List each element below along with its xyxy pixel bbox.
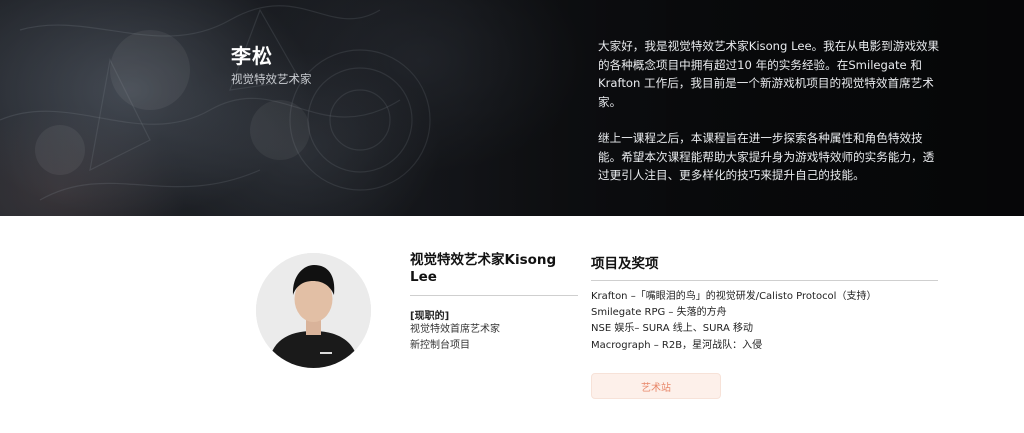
instructor-portrait-icon [256,253,371,368]
profile-title: 视觉特效艺术家Kisong Lee [410,252,578,296]
artstation-button[interactable]: 艺术站 [591,373,721,399]
instructor-bio: 大家好，我是视觉特效艺术家Kisong Lee。我在从电影到游戏效果的各种概念项… [598,37,943,185]
projects-title: 项目及奖项 [591,252,938,281]
list-item: NSE 娱乐– SURA 线上、SURA 移动 [591,323,753,335]
current-position-item: 新控制台项目 [410,340,470,351]
list-item: Smilegate RPG – 失落的方舟 [591,307,727,319]
instructor-role: 视觉特效艺术家 [231,72,312,86]
current-position-label: [现职的] [410,311,450,322]
bio-paragraph: 大家好，我是视觉特效艺术家Kisong Lee。我在从电影到游戏效果的各种概念项… [598,39,940,109]
bio-paragraph: 继上一课程之后，本课程旨在进一步探索各种属性和角色特效技能。希望本次课程能帮助大… [598,131,935,182]
projects-awards-section: 项目及奖项 Krafton –「嘴眼泪的鸟」的视觉研发/Calisto Prot… [591,252,938,354]
list-item: Krafton –「嘴眼泪的鸟」的视觉研发/Calisto Protocol（支… [591,291,877,302]
instructor-summary: 视觉特效艺术家Kisong Lee [现职的] 视觉特效首席艺术家 新控制台项目 [410,252,578,354]
instructor-name: 李松 [231,44,273,68]
list-item: Macrograph – R2B，星河战队：入侵 [591,339,763,351]
avatar [256,253,371,368]
current-position-item: 视觉特效首席艺术家 [410,324,500,335]
projects-list: Krafton –「嘴眼泪的鸟」的视觉研发/Calisto Protocol（支… [591,289,938,354]
hero-banner: 李松 视觉特效艺术家 大家好，我是视觉特效艺术家Kisong Lee。我在从电影… [0,0,1024,216]
